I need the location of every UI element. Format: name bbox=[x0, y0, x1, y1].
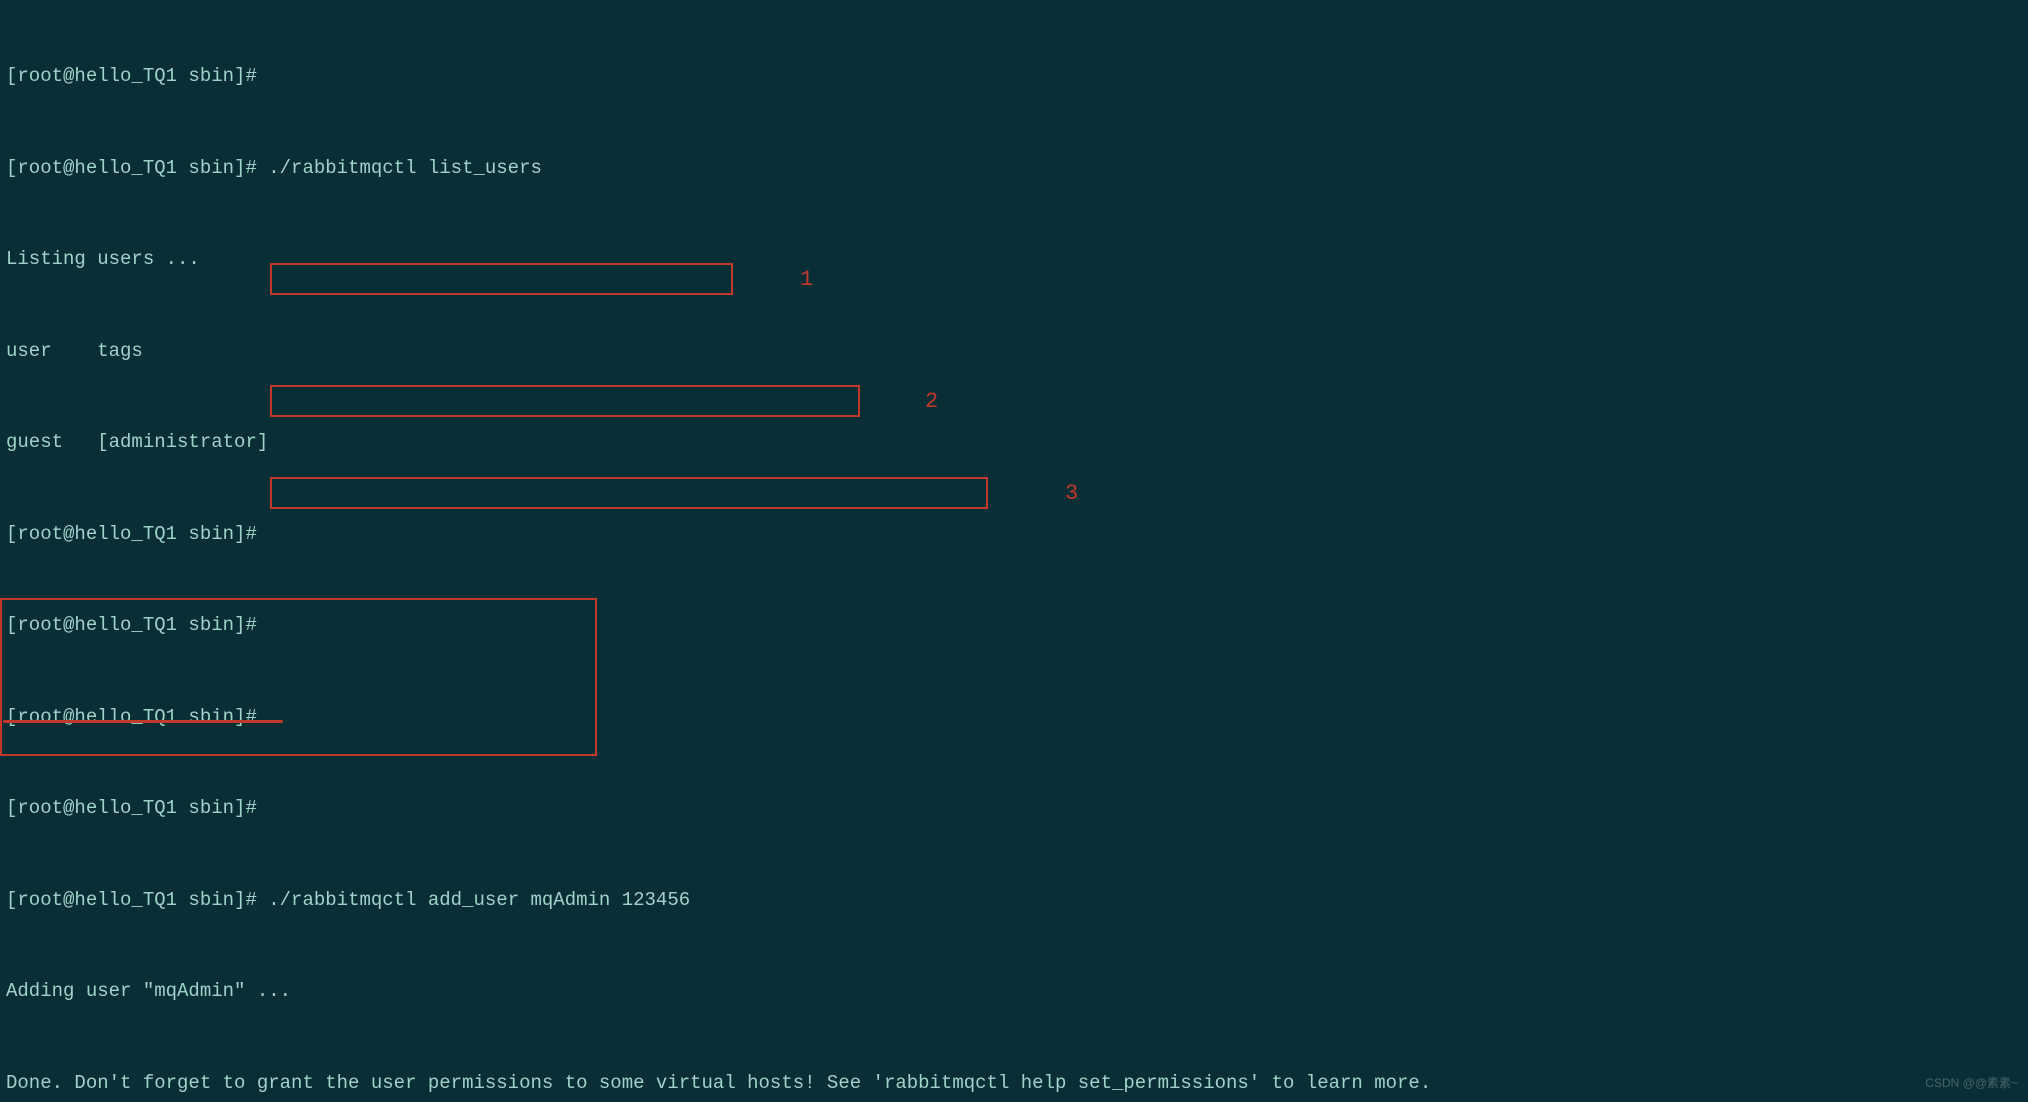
terminal-line: [root@hello_TQ1 sbin]# ./rabbitmqctl lis… bbox=[6, 153, 2022, 184]
terminal-line: guest [administrator] bbox=[6, 427, 2022, 458]
prompt-text: [root@hello_TQ1 sbin]# bbox=[6, 889, 268, 911]
terminal-line: [root@hello_TQ1 sbin]# bbox=[6, 61, 2022, 92]
terminal-line: Listing users ... bbox=[6, 244, 2022, 275]
terminal-line: user tags bbox=[6, 336, 2022, 367]
badge-3: 3 bbox=[1065, 479, 1078, 510]
terminal-line: [root@hello_TQ1 sbin]# ./rabbitmqctl add… bbox=[6, 885, 2022, 916]
underline-mqadmin bbox=[3, 720, 283, 723]
terminal-line: Done. Don't forget to grant the user per… bbox=[6, 1068, 2022, 1099]
highlight-box-2 bbox=[270, 385, 860, 417]
command-text: ./rabbitmqctl add_user mqAdmin 123456 bbox=[268, 889, 690, 911]
terminal-line: [root@hello_TQ1 sbin]# bbox=[6, 793, 2022, 824]
terminal-line: [root@hello_TQ1 sbin]# bbox=[6, 610, 2022, 641]
terminal-output[interactable]: [root@hello_TQ1 sbin]# [root@hello_TQ1 s… bbox=[0, 0, 2028, 1102]
terminal-line: [root@hello_TQ1 sbin]# bbox=[6, 702, 2022, 733]
badge-2: 2 bbox=[925, 387, 938, 418]
watermark-text: CSDN @@素素~ bbox=[1925, 1068, 2018, 1099]
highlight-box-3 bbox=[270, 477, 988, 509]
terminal-line: Adding user "mqAdmin" ... bbox=[6, 976, 2022, 1007]
badge-1: 1 bbox=[800, 265, 813, 296]
terminal-line: [root@hello_TQ1 sbin]# bbox=[6, 519, 2022, 550]
